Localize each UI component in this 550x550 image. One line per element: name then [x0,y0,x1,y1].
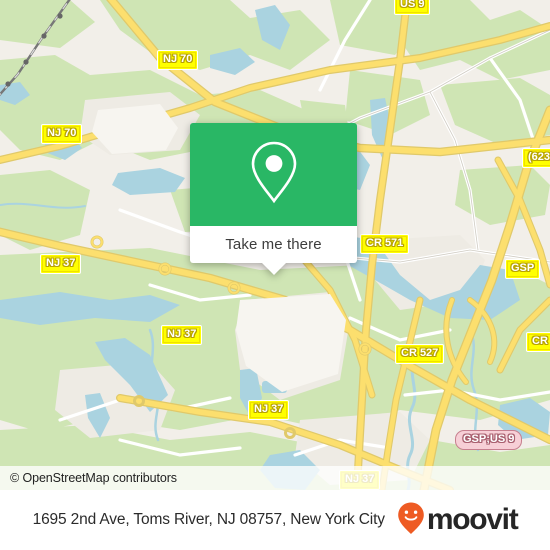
map-pin-icon [248,139,300,210]
road-shield-nj-70-upper[interactable]: NJ 70 [157,50,199,70]
road-shield-nj-37-west[interactable]: NJ 37 [40,254,82,274]
popup-footer[interactable]: Take me there [190,226,357,275]
road-shield-cr-5[interactable]: CR 5 [526,332,550,352]
road-shield-623[interactable]: (623 [522,148,550,168]
road-shield-cr-527[interactable]: CR 527 [395,344,445,364]
road-shield-gsp-us-9[interactable]: GSP;US 9 [455,430,523,450]
road-shield-gsp[interactable]: GSP [505,259,541,279]
moovit-logo[interactable]: moovit [397,501,519,540]
road-shield-nj-37-south[interactable]: NJ 37 [248,400,290,420]
popup-image-panel [190,123,357,226]
road-shield-us-9[interactable]: US 9 [394,0,431,15]
location-popup-card[interactable]: Take me there [190,123,357,275]
footer-bar: 1695 2nd Ave, Toms River, NJ 08757, New … [0,490,550,550]
osm-attribution-text[interactable]: © OpenStreetMap contributors [10,471,177,485]
road-shield-nj-37-mid[interactable]: NJ 37 [161,325,203,345]
map-screenshot: US 9 NJ 70 NJ 70 (623 NJ 37 CR 571 GSP N… [0,0,550,550]
map-attribution-bar: © OpenStreetMap contributors [0,466,550,490]
map-canvas[interactable]: US 9 NJ 70 NJ 70 (623 NJ 37 CR 571 GSP N… [0,0,550,490]
moovit-pin-icon [397,501,425,540]
road-shield-nj-70-lower[interactable]: NJ 70 [41,124,83,144]
popup-pointer [261,263,286,275]
road-shield-cr-571[interactable]: CR 571 [360,234,410,254]
moovit-wordmark: moovit [426,503,519,536]
address-label: 1695 2nd Ave, Toms River, NJ 08757, New … [32,511,385,528]
take-me-there-button[interactable]: Take me there [225,236,321,253]
